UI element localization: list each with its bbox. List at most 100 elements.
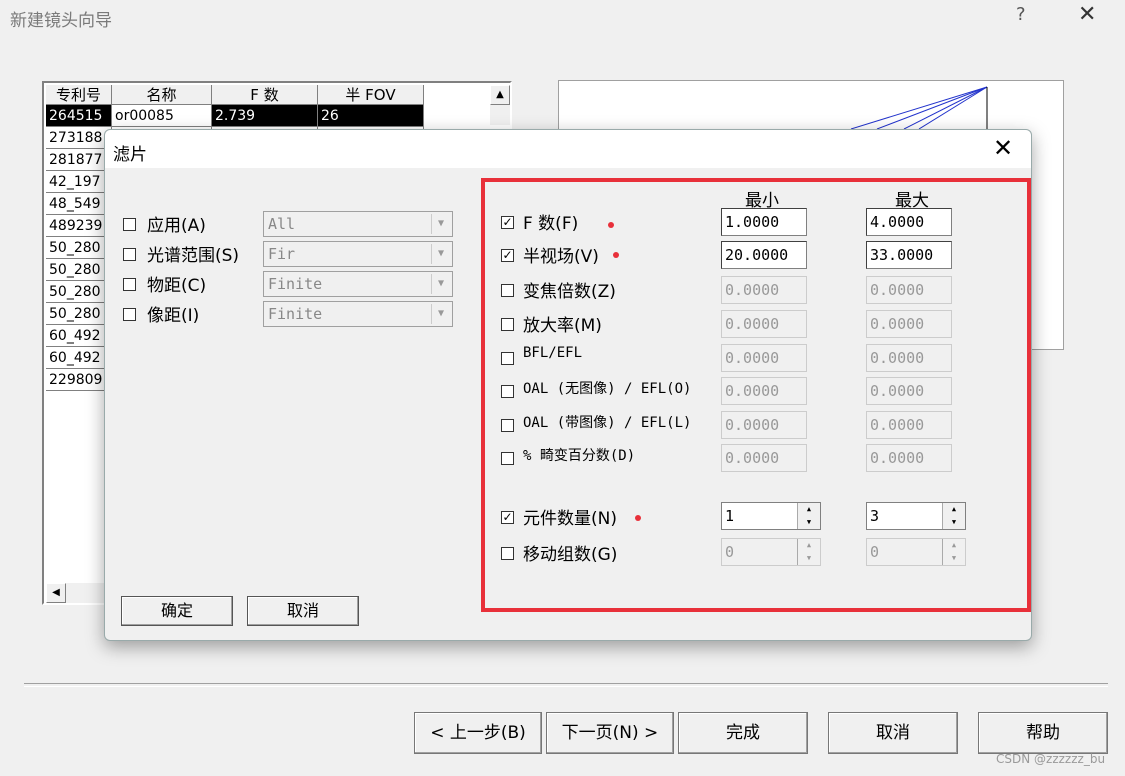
dialog-title: 滤片 xyxy=(113,145,147,165)
count-label: 元件数量(N) xyxy=(523,509,617,529)
cell-patent-no: 273188 xyxy=(46,127,112,149)
count-checkbox[interactable] xyxy=(501,547,514,560)
decrement-icon: ▼ xyxy=(943,552,965,565)
help-icon[interactable]: ? xyxy=(1016,4,1026,25)
close-icon[interactable]: ✕ xyxy=(1078,2,1096,27)
min-input: 0.0000 xyxy=(721,444,807,472)
range-label: 放大率(M) xyxy=(523,316,602,336)
max-stepper[interactable]: 3 ▲ ▼ xyxy=(866,502,966,530)
increment-icon[interactable]: ▲ xyxy=(943,503,965,517)
filter-checkbox[interactable] xyxy=(123,308,136,321)
range-checkbox[interactable] xyxy=(501,284,514,297)
table-row[interactable]: 264515 or00085 2.739 26 xyxy=(46,105,424,127)
column-header-half-fov[interactable]: 半 FOV xyxy=(318,85,424,105)
cell-patent-no: 60_492 xyxy=(46,325,112,347)
stepper-value: 3 xyxy=(870,507,880,525)
scroll-up-icon[interactable]: ▲ xyxy=(490,85,510,105)
min-input: 0.0000 xyxy=(721,377,807,405)
max-input: 0.0000 xyxy=(866,377,952,405)
dialog-titlebar: 滤片 ✕ xyxy=(105,130,1031,168)
annotation-dot xyxy=(613,252,619,258)
max-input: 0.0000 xyxy=(866,310,952,338)
filter-dropdown[interactable]: Fir ▼ xyxy=(263,241,453,267)
filter-checkbox[interactable] xyxy=(123,278,136,291)
table-header: 专利号 名称 F 数 半 FOV xyxy=(46,85,424,105)
range-checkbox[interactable] xyxy=(501,419,514,432)
filter-dropdown[interactable]: All ▼ xyxy=(263,211,453,237)
help-button[interactable]: 帮助 xyxy=(978,712,1108,754)
min-stepper[interactable]: 1 ▲ ▼ xyxy=(721,502,821,530)
chevron-down-icon[interactable]: ▼ xyxy=(431,214,450,234)
cell-patent-no: 48_549 xyxy=(46,193,112,215)
max-input: 0.0000 xyxy=(866,276,952,304)
range-checkbox[interactable] xyxy=(501,452,514,465)
max-input[interactable]: 4.0000 xyxy=(866,208,952,236)
column-header-f-number[interactable]: F 数 xyxy=(212,85,318,105)
range-label: F 数(F) xyxy=(523,214,579,234)
range-checkbox[interactable]: ✓ xyxy=(501,216,514,229)
finish-button[interactable]: 完成 xyxy=(678,712,808,754)
count-checkbox[interactable]: ✓ xyxy=(501,511,514,524)
range-label: OAL (无图像) / EFL(O) xyxy=(523,381,692,397)
range-label: BFL/EFL xyxy=(523,345,583,361)
stepper-value: 0 xyxy=(870,543,880,561)
chevron-down-icon[interactable]: ▼ xyxy=(431,304,450,324)
decrement-icon[interactable]: ▼ xyxy=(943,516,965,529)
stepper-buttons[interactable]: ▲ ▼ xyxy=(942,503,965,529)
filter-label: 像距(I) xyxy=(147,306,200,326)
range-checkbox[interactable] xyxy=(501,352,514,365)
window-title: 新建镜头向导 xyxy=(10,11,112,31)
stepper-value: 0 xyxy=(725,543,735,561)
cell-patent-no: 229809 xyxy=(46,369,112,391)
filter-dropdown[interactable]: Finite ▼ xyxy=(263,301,453,327)
chevron-down-icon[interactable]: ▼ xyxy=(431,244,450,264)
decrement-icon[interactable]: ▼ xyxy=(798,516,820,529)
vertical-scrollbar[interactable]: ▲ xyxy=(490,85,510,125)
max-input: 0.0000 xyxy=(866,344,952,372)
cell-patent-no: 50_280 xyxy=(46,237,112,259)
stepper-buttons[interactable]: ▲ ▼ xyxy=(797,503,820,529)
stepper-value: 1 xyxy=(725,507,735,525)
filter-dropdown[interactable]: Finite ▼ xyxy=(263,271,453,297)
annotation-dot xyxy=(608,222,614,228)
range-checkbox[interactable]: ✓ xyxy=(501,249,514,262)
dialog-cancel-button[interactable]: 取消 xyxy=(247,596,359,626)
increment-icon: ▲ xyxy=(943,539,965,553)
scroll-left-icon[interactable]: ◀ xyxy=(46,583,66,603)
filter-checkbox[interactable] xyxy=(123,248,136,261)
dialog-close-icon[interactable]: ✕ xyxy=(993,134,1013,162)
back-button[interactable]: < 上一步(B) xyxy=(414,712,542,754)
filter-label: 光谱范围(S) xyxy=(147,246,240,266)
divider xyxy=(24,683,1108,687)
column-header-patent-no[interactable]: 专利号 xyxy=(46,85,112,105)
range-label: 变焦倍数(Z) xyxy=(523,282,616,302)
ok-button[interactable]: 确定 xyxy=(121,596,233,626)
column-header-name[interactable]: 名称 xyxy=(112,85,212,105)
next-button[interactable]: 下一页(N) > xyxy=(546,712,674,754)
min-input: 0.0000 xyxy=(721,344,807,372)
cell-patent-no: 42_197 xyxy=(46,171,112,193)
dropdown-value: All xyxy=(268,215,296,233)
cell-patent-no: 281877 xyxy=(46,149,112,171)
decrement-icon: ▼ xyxy=(798,552,820,565)
filter-dialog: 滤片 ✕ 应用(A) All ▼ 光谱范围(S) Fir ▼ 物距(C) Finite ▼ 像距(… xyxy=(104,129,1032,641)
max-input[interactable]: 33.0000 xyxy=(866,241,952,269)
cell-patent-no: 50_280 xyxy=(46,259,112,281)
filter-checkbox[interactable] xyxy=(123,218,136,231)
filter-label: 物距(C) xyxy=(147,276,207,296)
range-checkbox[interactable] xyxy=(501,318,514,331)
max-input: 0.0000 xyxy=(866,411,952,439)
min-input[interactable]: 1.0000 xyxy=(721,208,807,236)
cell-patent-no: 50_280 xyxy=(46,303,112,325)
dropdown-value: Fir xyxy=(268,245,296,263)
dropdown-value: Finite xyxy=(268,305,323,323)
cell-patent-no: 50_280 xyxy=(46,281,112,303)
min-input[interactable]: 20.0000 xyxy=(721,241,807,269)
chevron-down-icon[interactable]: ▼ xyxy=(431,274,450,294)
horizontal-scrollbar[interactable]: ◀ xyxy=(46,583,106,603)
range-checkbox[interactable] xyxy=(501,385,514,398)
cell-half-fov: 26 xyxy=(318,105,424,127)
cancel-button[interactable]: 取消 xyxy=(828,712,958,754)
increment-icon: ▲ xyxy=(798,539,820,553)
increment-icon[interactable]: ▲ xyxy=(798,503,820,517)
